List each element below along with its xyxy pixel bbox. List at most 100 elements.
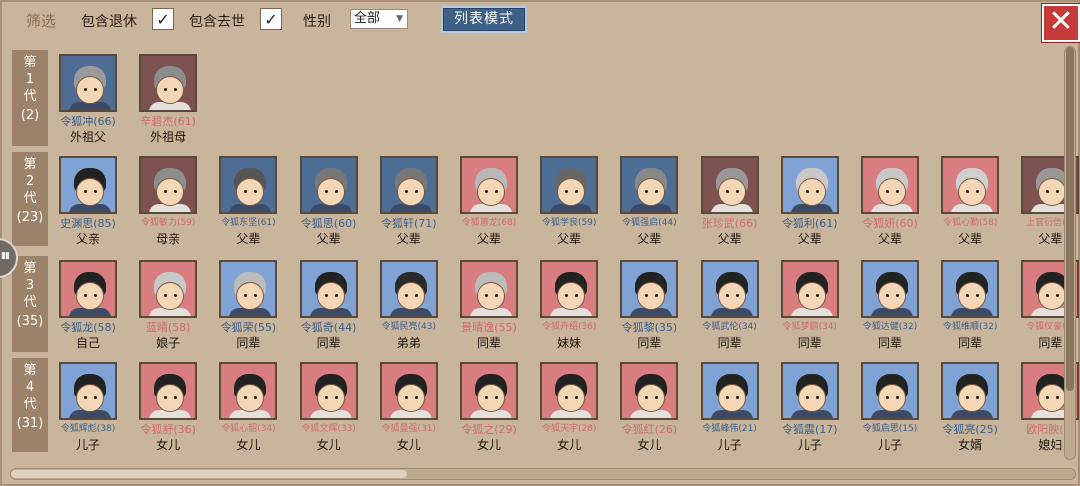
portrait-avatar[interactable] [620,362,679,420]
family-member-card[interactable]: 辛碧杰(61) 外祖母 [132,54,204,144]
family-member-card[interactable]: 令狐启思(15) 儿子 [854,362,926,452]
portrait-avatar[interactable] [219,362,278,420]
portrait-avatar[interactable] [59,156,117,214]
portrait-avatar[interactable] [700,362,759,420]
include-deceased-label: 包含去世 [189,14,245,30]
family-member-card[interactable]: 令狐文辉(33) 女儿 [293,362,365,452]
portrait-avatar[interactable] [139,362,198,420]
portrait-avatar[interactable] [219,260,278,318]
member-relation: 父辈 [717,232,742,246]
list-mode-button[interactable]: 列表模式 [441,6,527,33]
portrait-avatar[interactable] [700,260,759,318]
family-member-card[interactable]: 令狐维顺(32) 同辈 [934,260,1006,350]
family-member-card[interactable]: 令狐轩(71) 父辈 [373,156,445,246]
family-member-card[interactable]: 令狐心勤(58) 父辈 [934,156,1006,246]
family-member-card[interactable]: 令狐龙(58) 自己 [58,260,124,350]
portrait-avatar[interactable] [861,156,919,214]
vertical-scroll-thumb[interactable] [1066,47,1074,391]
family-member-card[interactable]: 令狐妍(60) 父辈 [854,156,926,246]
family-member-card[interactable]: 令狐卉绍(36) 妹妹 [533,260,605,350]
family-member-card[interactable]: 令狐东坚(61) 父辈 [212,156,284,246]
member-name: 令狐学良(59) [541,218,597,228]
vertical-scrollbar[interactable] [1064,46,1076,460]
check-icon: ✓ [264,9,278,29]
include-deceased-checkbox[interactable]: ✓ [260,8,282,30]
family-member-card[interactable]: 令狐天宇(28) 女儿 [533,362,605,452]
family-member-card[interactable]: 令狐曼强(31) 女儿 [373,362,445,452]
member-relation: 父辈 [637,232,662,246]
family-member-card[interactable]: 令狐梦鹏(34) 同辈 [774,260,846,350]
generation-label-text: 代 [23,295,37,310]
portrait-avatar[interactable] [861,362,919,420]
gender-select[interactable]: 全部 ▼ [350,9,408,29]
family-member-card[interactable]: 令狐奇(44) 同辈 [293,260,365,350]
family-member-card[interactable]: 景晴逸(55) 同辈 [453,260,525,350]
portrait-avatar[interactable] [460,260,518,318]
family-member-card[interactable]: 令狐蕙龙(68) 父辈 [453,156,525,246]
horizontal-scrollbar[interactable] [10,468,1076,480]
family-member-card[interactable]: 令狐红(26) 女儿 [613,362,685,452]
portrait-avatar[interactable] [540,156,599,214]
family-member-card[interactable]: 令狐峰伟(21) 儿子 [694,362,766,452]
horizontal-scroll-thumb[interactable] [11,470,407,478]
member-relation: 妹妹 [557,336,582,350]
portrait-avatar[interactable] [59,362,117,420]
family-member-card[interactable]: 张珍武(66) 父辈 [694,156,766,246]
portrait-avatar[interactable] [780,260,839,318]
portrait-avatar[interactable] [59,54,117,112]
portrait-avatar[interactable] [941,362,1000,420]
portrait-avatar[interactable] [379,362,438,420]
portrait-avatar[interactable] [620,156,679,214]
portrait-avatar[interactable] [379,156,438,214]
portrait-avatar[interactable] [780,156,839,214]
member-relation: 女婿 [958,438,983,452]
family-member-card[interactable]: 令狐荣(55) 同辈 [212,260,284,350]
family-member-card[interactable]: 令狐武伦(34) 同辈 [694,260,766,350]
family-member-card[interactable]: 令狐辉彪(38) 儿子 [58,362,124,452]
family-member-card[interactable]: 令狐震(17) 儿子 [774,362,846,452]
family-member-card[interactable]: 令狐黎(35) 同辈 [613,260,685,350]
family-member-card[interactable]: 令狐民亮(43) 弟弟 [373,260,445,350]
family-member-card[interactable]: 令狐舒(36) 女儿 [132,362,204,452]
portrait-avatar[interactable] [139,260,198,318]
generation-row: 令狐辉彪(38) 儿子 令狐舒(36) 女儿 令狐心韶(34) 女儿 令狐文辉(33) 女儿令… [58,362,1080,462]
portrait-avatar[interactable] [299,260,358,318]
portrait-avatar[interactable] [941,260,1000,318]
generation-label: 第 2 代 (23) [12,152,48,246]
portrait-avatar[interactable] [540,362,599,420]
family-member-card[interactable]: 蓝晴(58) 娘子 [132,260,204,350]
member-name: 令狐之(29) [461,423,517,436]
member-name: 令狐曼强(31) [381,424,437,434]
portrait-avatar[interactable] [59,260,117,318]
family-member-card[interactable]: 令狐之(29) 女儿 [453,362,525,452]
portrait-avatar[interactable] [540,260,599,318]
portrait-avatar[interactable] [299,156,358,214]
portrait-avatar[interactable] [139,54,198,112]
portrait-avatar[interactable] [620,260,679,318]
family-member-card[interactable]: 令狐思(60) 父辈 [293,156,365,246]
portrait-avatar[interactable] [299,362,358,420]
include-retired-checkbox[interactable]: ✓ [152,8,174,30]
portrait-avatar[interactable] [139,156,198,214]
family-member-card[interactable]: 令狐学良(59) 父辈 [533,156,605,246]
portrait-avatar[interactable] [700,156,759,214]
family-member-card[interactable]: 史渊思(85) 父亲 [58,156,124,246]
family-member-card[interactable]: 令狐心韶(34) 女儿 [212,362,284,452]
family-member-card[interactable]: 令狐亮(25) 女婿 [934,362,1006,452]
portrait-avatar[interactable] [219,156,278,214]
close-button[interactable]: ✕ [1042,4,1080,42]
portrait-avatar[interactable] [460,156,518,214]
member-name: 令狐奇(44) [300,321,357,334]
portrait-avatar[interactable] [460,362,518,420]
family-member-card[interactable]: 令狐强启(44) 父辈 [613,156,685,246]
portrait-avatar[interactable] [861,260,919,318]
family-member-card[interactable]: 令狐冲(66) 外祖父 [58,54,124,144]
portrait-avatar[interactable] [941,156,1000,214]
family-member-card[interactable]: 令狐达健(32) 同辈 [854,260,926,350]
family-member-card[interactable]: 令狐敏力(59) 母亲 [132,156,204,246]
member-name: 令狐舒(36) [140,423,196,436]
member-name: 景晴逸(55) [461,321,517,334]
portrait-avatar[interactable] [780,362,839,420]
portrait-avatar[interactable] [379,260,438,318]
family-member-card[interactable]: 令狐利(61) 父辈 [774,156,846,246]
